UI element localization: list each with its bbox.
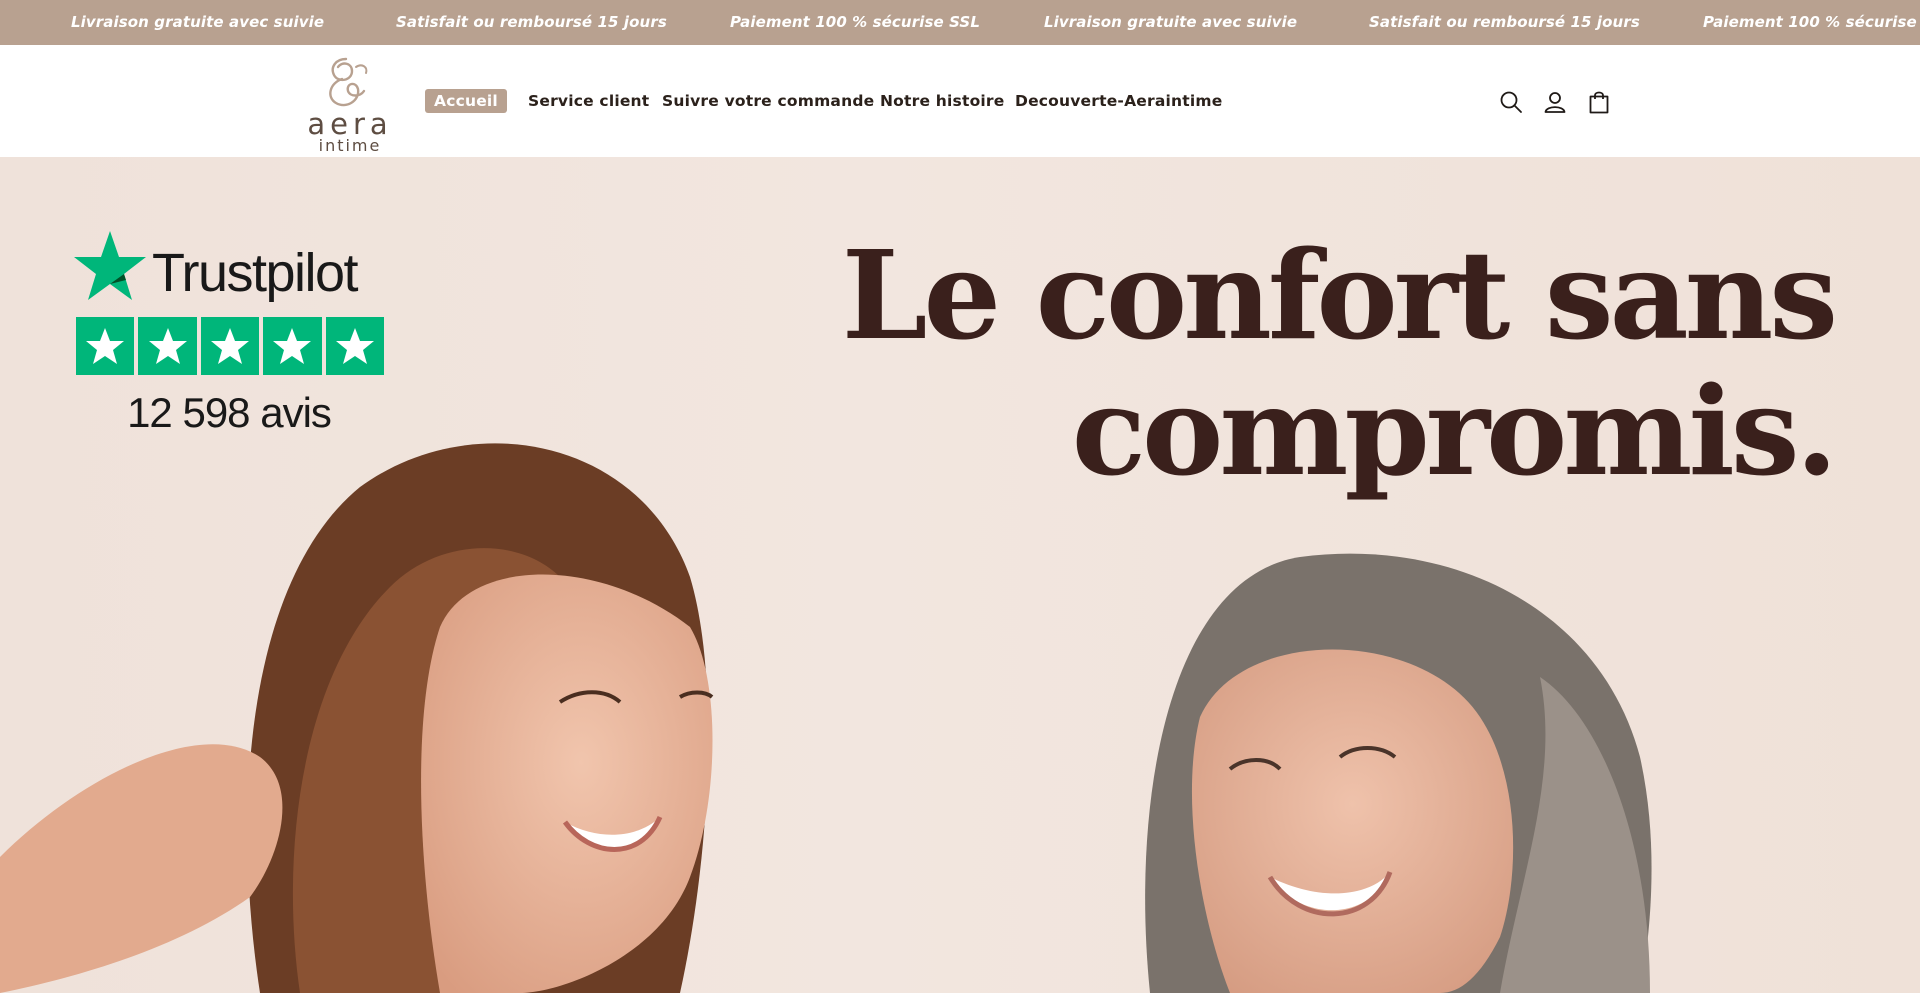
search-icon [1500, 91, 1522, 113]
nav-item-decouverte[interactable]: Decouverte-Aeraintime [1015, 89, 1222, 113]
logo-mark-icon [329, 57, 368, 107]
trustpilot-wordmark: Trustpilot [152, 243, 359, 303]
search-button[interactable] [1498, 89, 1524, 115]
announcement-item: Livraison gratuite avec suivie [71, 13, 325, 31]
trustpilot-review-count: 12 598 avis [127, 389, 332, 436]
announcement-track: Livraison gratuite avec suivie Satisfait… [0, 0, 1920, 45]
cart-button[interactable] [1586, 89, 1612, 115]
announcement-item: Paiement 100 % sécurise SSL [1703, 13, 1920, 31]
nav-item-suivre-commande[interactable]: Suivre votre commande [662, 89, 874, 113]
announcement-item: Satisfait ou remboursé 15 jours [1369, 13, 1640, 31]
announcement-item: Satisfait ou remboursé 15 jours [396, 13, 667, 31]
announcement-item: Paiement 100 % sécurise SSL [730, 13, 980, 31]
announcement-item: Livraison gratuite avec suivie [1044, 13, 1298, 31]
logo-link[interactable]: aera intime [300, 53, 400, 155]
star-icon [325, 317, 384, 375]
trustpilot-rating-stars [76, 317, 386, 375]
logo-word: aera [307, 107, 393, 141]
cart-icon [1589, 91, 1609, 114]
hero-banner: Trustpilot 12 598 avis Le confort sans c… [0, 157, 1920, 993]
logo-subword: intime [318, 136, 382, 155]
nav-item-notre-histoire[interactable]: Notre histoire [880, 89, 1004, 113]
trustpilot-star-icon [74, 231, 146, 300]
hero-headline-line-2: compromis. [1071, 359, 1838, 503]
account-button[interactable] [1542, 89, 1568, 115]
nav-item-accueil[interactable]: Accueil [425, 89, 507, 113]
star-icon [263, 317, 322, 375]
hero-headline: Le confort sans compromis. [841, 223, 1838, 503]
trustpilot-badge: Trustpilot 12 598 avis [74, 229, 394, 439]
site-header: aera intime Accueil Service client Suivr… [0, 45, 1920, 157]
announcement-bar: Livraison gratuite avec suivie Satisfait… [0, 0, 1920, 45]
account-icon [1544, 92, 1566, 113]
star-icon [200, 317, 260, 375]
star-icon [138, 317, 197, 375]
star-icon [76, 317, 135, 375]
hero-headline-line-1: Le confort sans [841, 223, 1838, 367]
nav-item-service-client[interactable]: Service client [528, 89, 649, 113]
